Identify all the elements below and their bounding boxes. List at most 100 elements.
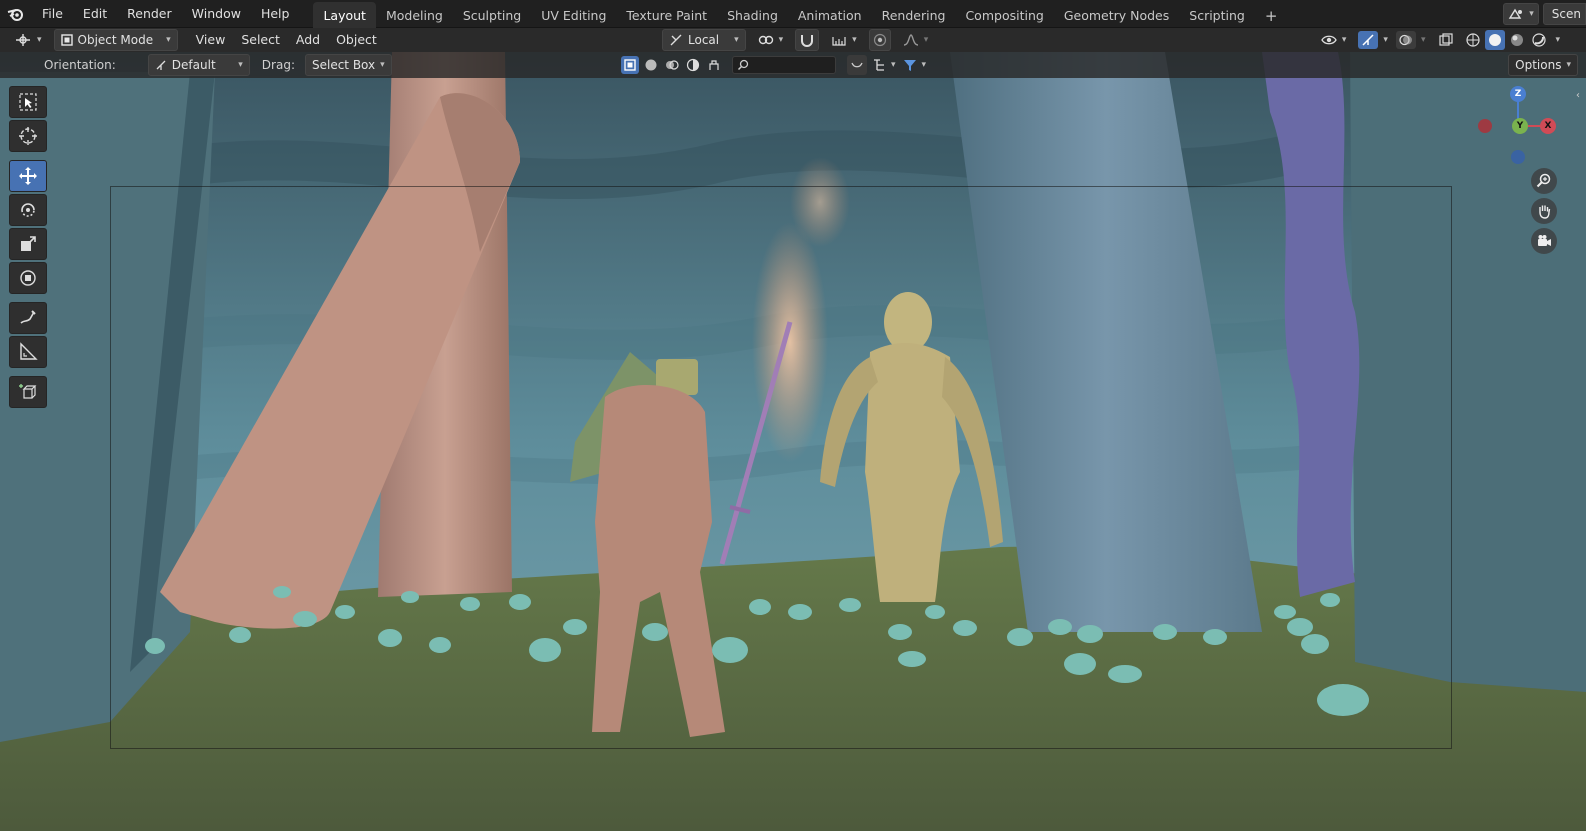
proportional-edit-toggle[interactable]	[868, 29, 891, 51]
proportional-edit-icon	[873, 33, 886, 47]
gizmo-icon	[1362, 34, 1374, 46]
camera-view-button[interactable]	[1531, 228, 1557, 254]
pivot-point-button[interactable]: ▾	[752, 30, 790, 50]
axis-neg-z-icon[interactable]	[1511, 150, 1525, 164]
viewport-menus: View Select Add Object	[188, 29, 385, 51]
visibility-button[interactable]: ▾	[1315, 30, 1353, 50]
tab-shading[interactable]: Shading	[717, 2, 788, 28]
menu-add[interactable]: Add	[288, 29, 328, 51]
axis-y-icon[interactable]: Y	[1512, 118, 1528, 134]
add-workspace-button[interactable]: +	[1255, 2, 1288, 28]
snap-increment-icon	[832, 37, 846, 46]
camera-icon	[1538, 235, 1551, 246]
scale-tool[interactable]	[9, 228, 47, 260]
tab-layout[interactable]: Layout	[313, 1, 376, 28]
mode-dropdown[interactable]: Object Mode ▾	[53, 29, 178, 51]
rotate-tool[interactable]	[9, 194, 47, 226]
rendered-shading-icon[interactable]	[1529, 30, 1549, 50]
editor-type-button[interactable]: ▾	[8, 30, 48, 50]
top-bar: File Edit Render Window Help Layout Mode…	[0, 0, 1586, 28]
scene-browse-button[interactable]: ▾	[1503, 3, 1539, 25]
transform-tool[interactable]	[9, 262, 47, 294]
zoom-view-button[interactable]	[1531, 168, 1557, 194]
selectability-filters: ▾ ▾	[621, 55, 928, 75]
drag-value: Select Box	[311, 58, 376, 72]
sync-icon[interactable]	[847, 55, 867, 75]
solid-shading-icon[interactable]	[1485, 30, 1506, 50]
select-box-tool[interactable]	[9, 86, 47, 118]
drag-dropdown[interactable]: Select Box ▾	[304, 54, 392, 76]
gizmo-toggle[interactable]: ▾	[1356, 30, 1390, 50]
link-icon	[758, 35, 773, 45]
add-cube-tool[interactable]	[9, 376, 47, 408]
chevron-down-icon: ▾	[1341, 35, 1347, 45]
object-mode-icon	[60, 34, 73, 46]
shading-options-chevron-icon[interactable]: ▾	[1551, 30, 1560, 50]
sidebar-toggle-icon[interactable]: ‹	[1576, 90, 1586, 106]
pan-view-button[interactable]	[1531, 198, 1557, 224]
tab-texture-paint[interactable]: Texture Paint	[616, 2, 717, 28]
magnet-icon	[801, 35, 814, 47]
wireframe-shading-icon[interactable]	[1463, 30, 1483, 50]
chevron-down-icon: ▾	[37, 35, 42, 45]
menu-view[interactable]: View	[188, 29, 234, 51]
select-box-icon	[19, 93, 37, 111]
overlay-toggle[interactable]: ▾	[1394, 30, 1428, 50]
transform-icon	[20, 270, 36, 286]
tool-shelf	[9, 86, 49, 410]
scene-name-field[interactable]: Scen	[1542, 3, 1586, 25]
snap-toggle[interactable]	[795, 29, 820, 51]
cursor-tool[interactable]	[9, 120, 47, 152]
tab-rendering[interactable]: Rendering	[872, 2, 956, 28]
hierarchy-dropdown[interactable]: ▾	[870, 55, 898, 75]
tab-compositing[interactable]: Compositing	[955, 2, 1053, 28]
search-input[interactable]	[732, 56, 836, 74]
menu-file[interactable]: File	[32, 3, 73, 25]
filter-icon	[903, 60, 916, 71]
select-mode-extend-icon[interactable]	[642, 56, 660, 74]
proportional-falloff-button[interactable]: ▾	[897, 30, 935, 50]
tab-scripting[interactable]: Scripting	[1179, 2, 1255, 28]
options-dropdown[interactable]: Options ▾	[1508, 54, 1578, 76]
chevron-down-icon: ▾	[1383, 35, 1388, 45]
menu-edit[interactable]: Edit	[73, 3, 117, 25]
move-tool[interactable]	[9, 160, 47, 192]
snap-target-button[interactable]: ▾	[825, 30, 863, 50]
3d-viewport[interactable]: Orientation: Default ▾ Drag: Select Box …	[0, 52, 1586, 831]
select-mode-set-icon[interactable]	[621, 56, 639, 74]
navigation-gizmo[interactable]: Z X Y	[1478, 86, 1558, 166]
xray-toggle[interactable]	[1437, 30, 1455, 50]
material-shading-icon[interactable]	[1507, 30, 1527, 50]
select-mode-intersect-icon[interactable]	[705, 56, 723, 74]
filter-dropdown[interactable]: ▾	[901, 55, 929, 75]
tab-animation[interactable]: Animation	[788, 2, 872, 28]
menu-select[interactable]: Select	[233, 29, 288, 51]
annotate-tool[interactable]	[9, 302, 47, 334]
measure-tool[interactable]	[9, 336, 47, 368]
select-mode-subtract-icon[interactable]	[663, 56, 681, 74]
viewport-right-controls: ▾ ▾ ▾ ▾	[1315, 30, 1560, 50]
tab-sculpting[interactable]: Sculpting	[453, 2, 531, 28]
chevron-down-icon: ▾	[1420, 35, 1426, 45]
falloff-curve-icon	[903, 34, 918, 46]
transform-orientation-dropdown[interactable]: Local ▾	[662, 29, 746, 51]
menu-object[interactable]: Object	[328, 29, 385, 51]
axis-neg-x-icon[interactable]	[1478, 119, 1492, 133]
tab-geometry-nodes[interactable]: Geometry Nodes	[1054, 2, 1179, 28]
axis-x-icon[interactable]: X	[1540, 118, 1556, 134]
orientation-label: Orientation:	[44, 58, 116, 72]
chevron-down-icon: ▾	[923, 35, 929, 45]
tab-uv-editing[interactable]: UV Editing	[531, 2, 616, 28]
menu-help[interactable]: Help	[251, 3, 300, 25]
axis-z-icon[interactable]: Z	[1510, 86, 1526, 102]
select-mode-invert-icon[interactable]	[684, 56, 702, 74]
chevron-down-icon: ▾	[238, 60, 243, 70]
hand-icon	[1539, 205, 1551, 219]
main-menu: File Edit Render Window Help	[32, 3, 299, 25]
menu-render[interactable]: Render	[117, 3, 182, 25]
scene-icon	[1509, 8, 1523, 19]
blender-logo-icon[interactable]	[6, 4, 26, 24]
menu-window[interactable]: Window	[182, 3, 251, 25]
tab-modeling[interactable]: Modeling	[376, 2, 453, 28]
orientation-dropdown[interactable]: Default ▾	[147, 54, 250, 76]
